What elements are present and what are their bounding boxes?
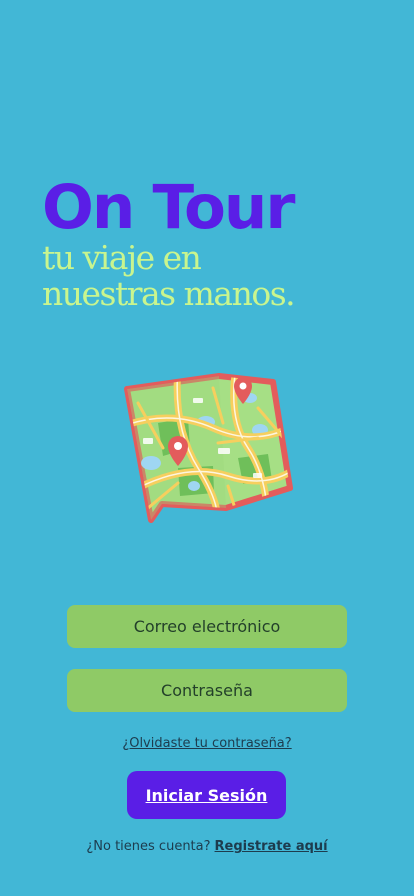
signup-link[interactable]: Registrate aquí — [215, 839, 328, 854]
app-tagline: tu viaje en nuestras manos. — [42, 240, 382, 312]
app-title: On Tour — [42, 172, 295, 243]
signup-row: ¿No tienes cuenta? Registrate aquí — [0, 839, 414, 854]
app-tagline-line-2: nuestras manos. — [42, 274, 296, 313]
forgot-password-link[interactable]: ¿Olvidaste tu contraseña? — [0, 736, 414, 751]
email-field[interactable] — [67, 605, 347, 648]
password-field[interactable] — [67, 669, 347, 712]
app-tagline-line-1: tu viaje en — [42, 238, 202, 277]
login-button[interactable]: Iniciar Sesión — [127, 771, 286, 819]
map-icon — [124, 373, 293, 523]
signup-prompt: ¿No tienes cuenta? — [86, 839, 211, 854]
